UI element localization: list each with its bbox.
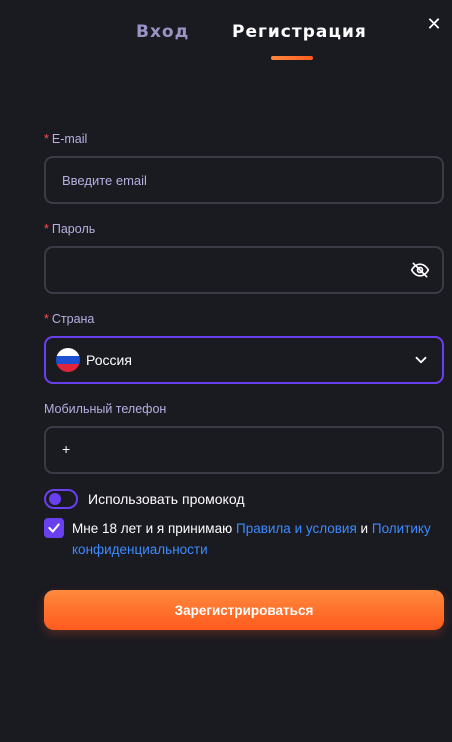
terms-middle: и (360, 521, 369, 536)
email-field-wrapper (44, 156, 444, 204)
email-field[interactable] (46, 158, 442, 202)
country-value: Россия (86, 352, 132, 368)
phone-value: + (62, 441, 71, 457)
terms-link[interactable]: Правила и условия (236, 521, 357, 536)
password-field[interactable] (46, 248, 442, 292)
terms-text: Мне 18 лет и я принимаю Правила и услови… (72, 518, 444, 560)
phone-label: Мобильный телефон (44, 402, 167, 416)
registration-modal: Вход Регистрация ✕ *E-mail *Пароль *Стра… (0, 0, 452, 742)
required-mark: * (44, 222, 49, 236)
promo-toggle-label: Использовать промокод (88, 491, 245, 507)
email-label-text: E-mail (51, 132, 88, 146)
country-select[interactable]: Россия (44, 336, 444, 384)
terms-prefix: Мне 18 лет и я принимаю (72, 521, 233, 536)
promo-toggle[interactable] (44, 489, 78, 509)
russia-flag-icon (56, 348, 80, 372)
chevron-down-icon[interactable] (412, 351, 430, 369)
eye-off-icon[interactable] (410, 260, 430, 280)
country-label: * Страна (44, 312, 94, 326)
password-field-wrapper (44, 246, 444, 294)
terms-checkbox[interactable] (44, 518, 64, 538)
auth-tabs: Вход Регистрация (0, 22, 452, 62)
phone-field[interactable]: + (44, 426, 444, 474)
country-label-text: Страна (51, 312, 95, 326)
password-label: * Пароль (44, 222, 95, 236)
required-mark: * (44, 132, 49, 146)
required-mark: * (44, 312, 49, 326)
password-label-text: Пароль (51, 222, 96, 236)
tab-login[interactable]: Вход (136, 22, 189, 42)
check-icon (48, 523, 60, 533)
toggle-knob (49, 493, 61, 505)
close-icon[interactable]: ✕ (424, 14, 444, 34)
register-button[interactable]: Зарегистрироваться (44, 590, 444, 630)
tab-register[interactable]: Регистрация (232, 22, 367, 42)
active-tab-indicator (271, 56, 313, 60)
email-label: * E-mail (44, 132, 87, 146)
